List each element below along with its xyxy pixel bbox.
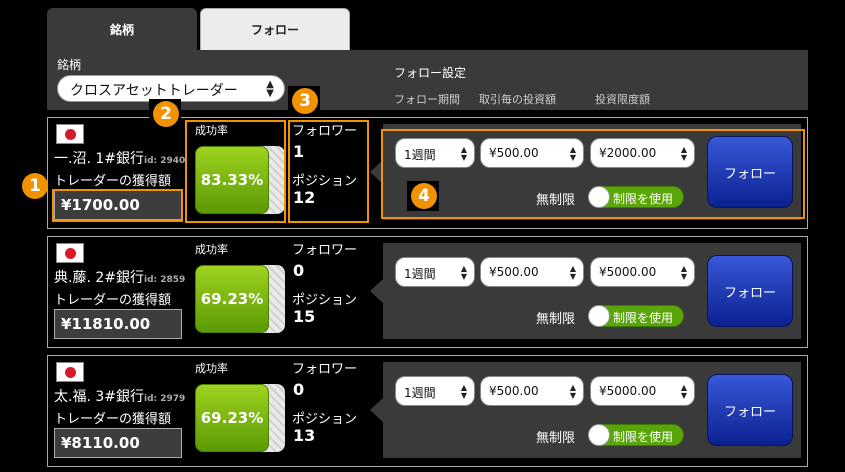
per-trade-select[interactable]: ¥500.00 ▲ ▼ bbox=[480, 376, 584, 406]
trader-card: 典.藤. 2#銀行id: 2859 トレーダーの獲得額 ¥11810.00 成功… bbox=[47, 236, 808, 348]
limit-select[interactable]: ¥5000.00 ▲ ▼ bbox=[590, 257, 695, 287]
per-trade-value: ¥500.00 bbox=[489, 384, 539, 398]
positions-value: 13 bbox=[293, 426, 316, 445]
trader-name: 太.福. 3#銀行id: 2979 bbox=[54, 386, 185, 406]
success-rate-label: 成功率 bbox=[195, 243, 228, 256]
unlimited-label: 無制限 bbox=[536, 312, 576, 327]
updown-arrows-icon: ▲ ▼ bbox=[266, 79, 274, 99]
follow-button[interactable]: フォロー bbox=[707, 374, 793, 446]
per-trade-value: ¥500.00 bbox=[489, 265, 539, 279]
trader-id: id: 2940 bbox=[144, 156, 186, 166]
use-limit-label: 制限を使用 bbox=[613, 311, 674, 325]
earnings-value: ¥11810.00 bbox=[54, 309, 182, 339]
earnings-label: トレーダーの獲得額 bbox=[54, 412, 172, 427]
updown-arrows-icon: ▲ ▼ bbox=[460, 264, 467, 281]
updown-arrows-icon: ▲ ▼ bbox=[680, 383, 687, 400]
limit-toggle[interactable]: 制限を使用 bbox=[588, 424, 684, 446]
trader-rank: 3# bbox=[95, 389, 116, 405]
positions-label: ポジション bbox=[292, 412, 358, 427]
column-per-trade: 取引毎の投資額 bbox=[479, 93, 556, 106]
positions-value: 15 bbox=[293, 307, 316, 326]
japan-flag-icon bbox=[56, 243, 84, 263]
earnings-label: トレーダーの獲得額 bbox=[54, 174, 172, 189]
trader-bank: 銀行 bbox=[116, 270, 144, 286]
trader-name: 一.沼. 1#銀行id: 2940 bbox=[54, 148, 185, 168]
annotation-number: 3 bbox=[292, 88, 318, 114]
updown-arrows-icon: ▲ ▼ bbox=[680, 264, 687, 281]
per-trade-select[interactable]: ¥500.00 ▲ ▼ bbox=[480, 257, 584, 287]
japan-flag-icon bbox=[56, 124, 84, 144]
annotation-number: 4 bbox=[411, 183, 437, 209]
trader-name-text: 一.沼. bbox=[54, 151, 91, 167]
asset-select[interactable]: クロスアセットトレーダー ▲ ▼ bbox=[57, 75, 285, 102]
japan-flag-icon bbox=[56, 362, 84, 382]
follow-settings-panel: 1週間 ▲ ▼ ¥500.00 ▲ ▼ ¥5000.00 ▲ ▼ 無制限 制限を使用 フォロ… bbox=[370, 362, 801, 458]
earnings-value: ¥8110.00 bbox=[54, 428, 182, 458]
trader-card: 太.福. 3#銀行id: 2979 トレーダーの獲得額 ¥8110.00 成功率… bbox=[47, 355, 808, 467]
trader-bank: 銀行 bbox=[116, 151, 144, 167]
trader-bank: 銀行 bbox=[116, 389, 144, 405]
follow-period-select[interactable]: 1週間 ▲ ▼ bbox=[395, 376, 475, 406]
success-rate-badge: 69.23% bbox=[195, 265, 285, 333]
positions-label: ポジション bbox=[292, 293, 358, 308]
limit-toggle[interactable]: 制限を使用 bbox=[588, 305, 684, 327]
unlimited-label: 無制限 bbox=[536, 431, 576, 446]
highlight-success-rate bbox=[185, 120, 286, 223]
column-follow-period: フォロー期間 bbox=[394, 93, 460, 106]
follow-settings-label: フォロー設定 bbox=[394, 66, 467, 80]
followers-value: 0 bbox=[293, 380, 305, 399]
follow-period-select[interactable]: 1週間 ▲ ▼ bbox=[395, 257, 475, 287]
follow-settings-panel: 1週間 ▲ ▼ ¥500.00 ▲ ▼ ¥5000.00 ▲ ▼ 無制限 制限を使用 フォロ… bbox=[370, 243, 801, 339]
trader-id: id: 2979 bbox=[144, 394, 186, 404]
trader-name-text: 典.藤. bbox=[54, 270, 91, 286]
column-limit: 投資限度額 bbox=[595, 93, 650, 106]
limit-value: ¥5000.00 bbox=[599, 384, 657, 398]
trader-name-text: 太.福. bbox=[54, 389, 91, 405]
highlight-followers bbox=[288, 120, 369, 223]
trader-name: 典.藤. 2#銀行id: 2859 bbox=[54, 267, 185, 287]
trader-rank: 2# bbox=[95, 270, 116, 286]
asset-label: 銘柄 bbox=[57, 58, 82, 72]
followers-label: フォロワー bbox=[292, 243, 358, 258]
limit-select[interactable]: ¥5000.00 ▲ ▼ bbox=[590, 376, 695, 406]
annotation-number: 1 bbox=[22, 173, 48, 199]
trader-id: id: 2859 bbox=[144, 275, 186, 285]
success-rate-label: 成功率 bbox=[195, 362, 228, 375]
tab-follow[interactable]: フォロー bbox=[200, 8, 350, 50]
annotation-number: 2 bbox=[153, 101, 179, 127]
highlight-follow-settings bbox=[381, 129, 805, 219]
follow-period-value: 1週間 bbox=[404, 386, 436, 400]
updown-arrows-icon: ▲ ▼ bbox=[569, 264, 576, 281]
updown-arrows-icon: ▲ ▼ bbox=[569, 383, 576, 400]
earnings-label: トレーダーの獲得額 bbox=[54, 293, 172, 308]
success-rate-badge: 69.23% bbox=[195, 384, 285, 452]
highlight-earnings bbox=[52, 189, 183, 222]
tab-brands[interactable]: 銘柄 bbox=[47, 8, 197, 50]
use-limit-label: 制限を使用 bbox=[613, 430, 674, 444]
trader-rank: 1# bbox=[95, 151, 116, 167]
limit-value: ¥5000.00 bbox=[599, 265, 657, 279]
success-rate-value: 69.23% bbox=[195, 265, 269, 333]
success-rate-value: 69.23% bbox=[195, 384, 269, 452]
followers-label: フォロワー bbox=[292, 362, 358, 377]
followers-value: 0 bbox=[293, 261, 305, 280]
updown-arrows-icon: ▲ ▼ bbox=[460, 383, 467, 400]
follow-button[interactable]: フォロー bbox=[707, 255, 793, 327]
follow-period-value: 1週間 bbox=[404, 267, 436, 281]
asset-select-value: クロスアセットトレーダー bbox=[70, 83, 238, 99]
